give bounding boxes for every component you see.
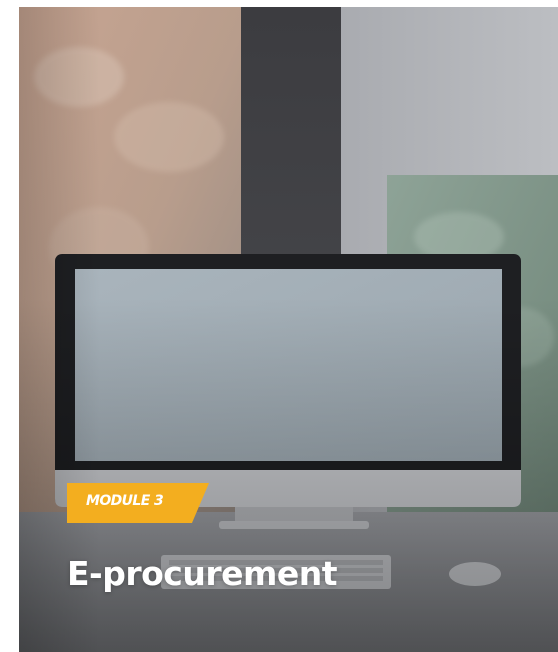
module-label: MODULE 3 [86,493,164,509]
module-tag: MODULE 3 [67,483,209,523]
module-card[interactable]: MODULE 3 E-procurement [19,7,558,652]
card-title: E-procurement [67,554,338,593]
